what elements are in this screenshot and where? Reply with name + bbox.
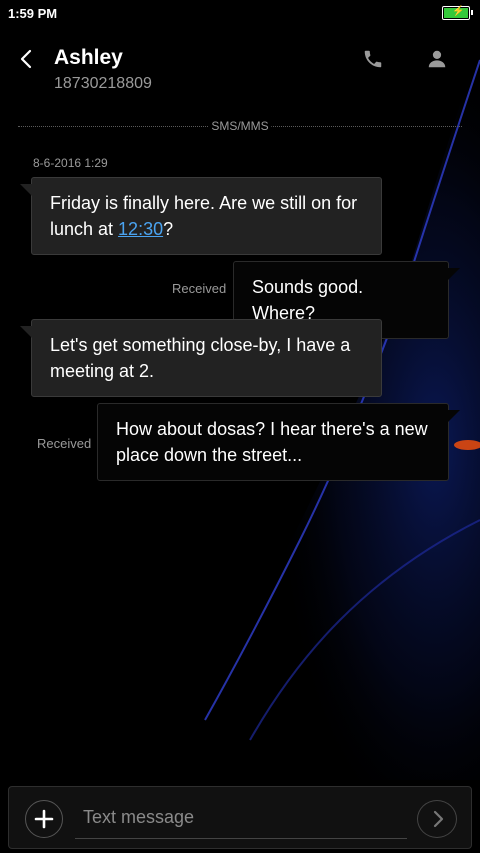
message-text: Sounds good. Where?: [252, 277, 364, 323]
message-text: Friday is finally here. Are we still on …: [50, 193, 358, 239]
delivery-status: Received: [172, 281, 227, 296]
message-bubble-outgoing[interactable]: How about dosas? I hear there's a new pl…: [97, 403, 460, 481]
channel-divider: SMS/MMS: [18, 118, 462, 134]
message-timestamp: 8-6-2016 1:29: [33, 156, 108, 170]
message-bubble-incoming[interactable]: Let's get something close-by, I have a m…: [20, 319, 382, 397]
add-attachment-button[interactable]: [25, 800, 63, 838]
status-time: 1:59 PM: [8, 6, 58, 21]
compose-bar: [8, 786, 472, 849]
message-text: Let's get something close-by, I have a m…: [50, 335, 351, 381]
contact-number: 18730218809: [54, 75, 152, 92]
person-icon[interactable]: [426, 48, 448, 70]
back-icon[interactable]: [16, 48, 38, 70]
contact-name: Ashley: [54, 46, 123, 69]
message-input[interactable]: [75, 797, 407, 839]
send-button[interactable]: [417, 800, 457, 838]
time-link[interactable]: 12:30: [118, 219, 163, 239]
phone-icon[interactable]: [362, 48, 384, 70]
battery-icon: ⚡: [442, 6, 473, 20]
message-bubble-incoming[interactable]: Friday is finally here. Are we still on …: [20, 177, 382, 255]
delivery-status: Received: [37, 436, 92, 451]
plus-icon: [33, 808, 55, 830]
send-icon: [428, 809, 448, 829]
conversation-header: Ashley 18730218809: [0, 28, 480, 108]
message-text: How about dosas? I hear there's a new pl…: [116, 419, 428, 465]
channel-label: SMS/MMS: [208, 119, 272, 133]
status-bar: 1:59 PM ⚡: [0, 0, 480, 28]
message-text-end: ?: [163, 219, 174, 239]
